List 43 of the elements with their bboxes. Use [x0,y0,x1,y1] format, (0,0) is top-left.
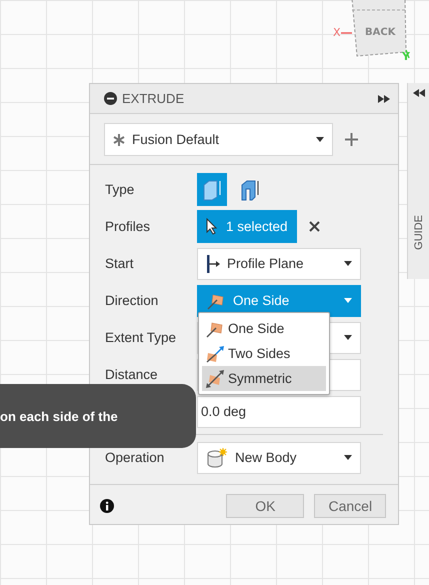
guide-tab[interactable]: GUIDE [407,83,429,279]
preset-dropdown[interactable]: Fusion Default [104,123,333,156]
plus-icon[interactable] [345,133,358,146]
dialog-button[interactable]: Cancel [314,494,386,518]
cursor-icon [206,218,218,235]
one-side-icon [205,320,225,338]
profile-plane-icon [206,254,220,272]
type-toggle[interactable] [197,173,227,206]
double-arrow-icon [412,89,425,97]
field-label: Operation [105,450,166,465]
double-arrow-icon [378,94,390,102]
caret-icon [344,261,352,266]
minus-circle-icon [104,92,117,105]
field-label: Start [105,256,135,271]
panel-title: EXTRUDE [122,91,186,106]
two-sides-icon [205,344,225,362]
x-axis-label: X [333,26,341,39]
menu-item[interactable]: One Side [202,316,326,341]
menu-item[interactable]: Symmetric [202,366,326,391]
dialog-button[interactable]: OK [226,494,304,518]
info-icon [100,499,114,513]
dropdown[interactable]: Profile Plane [197,248,361,280]
dropdown[interactable]: New Body [197,442,361,474]
field-label: Distance [105,367,159,382]
tooltip-text: on each side of the [0,408,118,424]
input-field[interactable]: 0.0 deg [197,396,361,428]
symmetric-icon [205,370,225,388]
caret-icon [344,298,352,303]
caret-icon [316,137,324,142]
field-label: Extent Type [105,330,178,345]
cube-face-label: BACK [365,27,396,38]
caret-icon [344,455,352,460]
asterisk-icon [113,134,125,146]
body-icon [206,448,228,468]
field-label: Profiles [105,219,152,234]
thin-wall-icon [240,178,260,200]
field-label: Direction [105,293,160,308]
field-label: Type [105,182,136,197]
caret-icon [344,335,352,340]
solid-block-icon [202,178,222,200]
one-side-icon [206,292,226,310]
close-icon[interactable] [308,221,320,232]
menu-item[interactable]: Two Sides [202,341,326,366]
